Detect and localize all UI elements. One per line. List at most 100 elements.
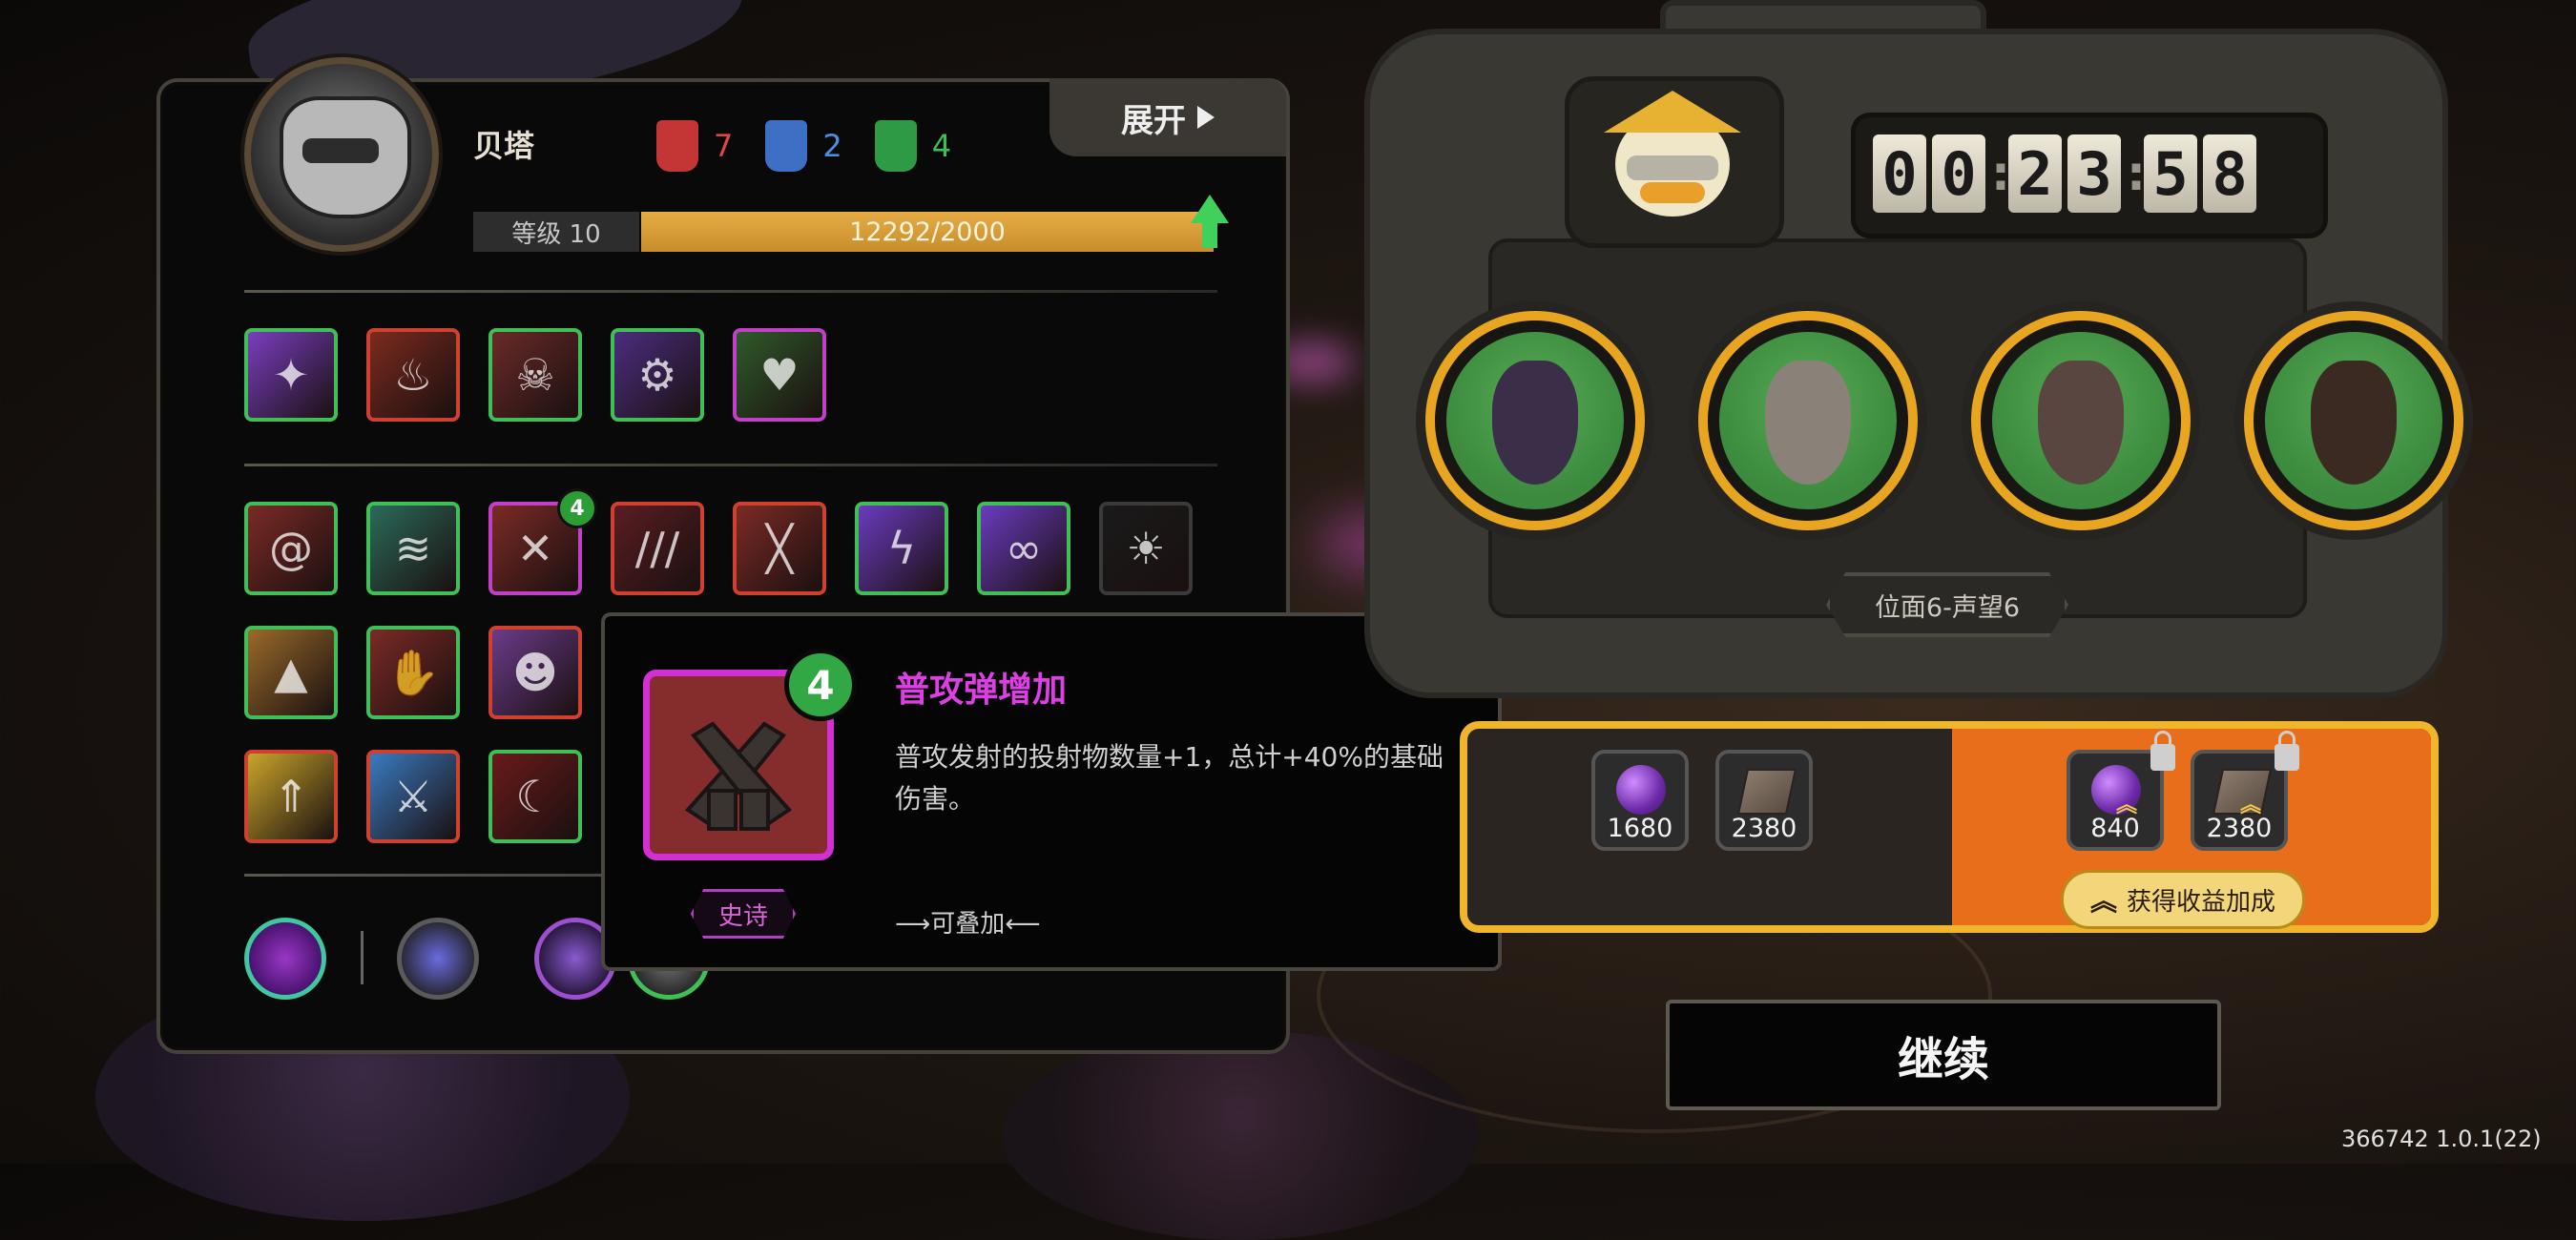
green-heart-icon: ♥	[759, 349, 800, 401]
chevron-right-icon	[1197, 106, 1215, 129]
divider	[244, 290, 1217, 293]
rock-claw-icon: ▲	[274, 647, 308, 698]
lock-icon	[2275, 731, 2299, 771]
timer-digit: 2	[2008, 134, 2062, 213]
dark-crystal-hero-icon	[1446, 332, 1624, 509]
skill-slot-1[interactable]: ≋	[366, 502, 460, 595]
purple-claw-icon: ✦	[272, 349, 310, 401]
expand-button[interactable]: 展开	[1049, 78, 1286, 156]
divider	[244, 464, 1217, 466]
spiral-icon: @	[269, 523, 313, 574]
green-mask-icon	[874, 120, 917, 172]
party-slot[interactable]	[1425, 311, 1645, 530]
hand-grab-icon: ✋	[385, 646, 441, 698]
tooltip-description: 普攻发射的投射物数量+1，总计+40%的基础伤害。	[895, 741, 1444, 815]
equipment-slot-1[interactable]: ♨	[366, 328, 460, 422]
faction-count-green: 4	[931, 128, 952, 164]
blue-mask-icon	[765, 120, 808, 172]
ultimate-skill-icon[interactable]	[244, 918, 326, 1000]
base-reward-1: 2380	[1715, 750, 1813, 851]
blue-mask-face-icon: ☻	[512, 647, 558, 698]
continue-button[interactable]: 继续	[1666, 1000, 2221, 1110]
level-label: 等级 10	[473, 212, 639, 252]
timer-digit: 0	[1873, 134, 1926, 213]
lock-icon	[2150, 731, 2175, 771]
timer-digit: 8	[2203, 134, 2256, 213]
equipment-slot-3[interactable]: ⚙	[611, 328, 704, 422]
party-slot[interactable]	[1698, 311, 1918, 530]
equipment-slot-2[interactable]: ☠	[488, 328, 582, 422]
hero-figure	[1492, 361, 1578, 485]
bonus-reward-1: 2380 ︽	[2191, 731, 2299, 851]
realm-label: 位面6-声望6	[1826, 572, 2068, 637]
king-glasses	[1627, 155, 1718, 180]
faction-count-red: 7	[714, 128, 734, 164]
skill-slot-0[interactable]: @	[244, 502, 338, 595]
stackable-note: ⟶可叠加⟵	[895, 910, 1041, 939]
skill-slot-6[interactable]: ∞	[977, 502, 1070, 595]
book-icon	[1736, 769, 1797, 815]
hero-avatar	[280, 96, 411, 218]
green-wave-icon: ≋	[394, 523, 432, 574]
crown-icon	[1604, 91, 1741, 133]
hero-figure	[2311, 361, 2397, 485]
king-beak	[1640, 182, 1705, 203]
faction-counts: 7 2 4	[656, 120, 951, 172]
skill-tooltip: 4 普攻弹增加 普攻发射的投射物数量+1，总计+40%的基础伤害。 史诗 ⟶可叠…	[601, 612, 1502, 971]
double-chevron-up-icon: ︽	[2116, 794, 2138, 817]
bonus-label: 获得收益加成	[2127, 887, 2276, 917]
version-label: 366742 1.0.1(22)	[2341, 1126, 2542, 1152]
purple-chain-icon: ∞	[1005, 523, 1043, 574]
timer-colon: :	[1991, 146, 2010, 201]
xp-bar: 12292/2000	[641, 212, 1214, 252]
skill-slot-13[interactable]: ☾	[488, 750, 582, 843]
skill-slot-7[interactable]: ☀	[1099, 502, 1193, 595]
double-chevron-up-icon: ︽	[2089, 885, 2117, 917]
level-badge: 4	[557, 488, 597, 528]
machine-icon: ⚙	[637, 349, 677, 401]
level-up-icon-stem	[1202, 221, 1217, 248]
reward-value: 2380	[1731, 814, 1797, 843]
skill-slot-12[interactable]: ⚔	[366, 750, 460, 843]
timer-digit: 0	[1932, 134, 1985, 213]
skill-slot-8[interactable]: ▲	[244, 626, 338, 719]
slash-claw-icon: ///	[634, 523, 680, 574]
bonus-reward-0: 840 ︽	[2067, 731, 2175, 851]
boss-portrait[interactable]	[1565, 76, 1784, 248]
skill-slot-4[interactable]: ╳	[733, 502, 826, 595]
bonus-button[interactable]: ︽ 获得收益加成	[2061, 870, 2305, 929]
glasses-hero-icon	[2265, 332, 2442, 509]
skill-slot-3[interactable]: ///	[611, 502, 704, 595]
dagger-icon: ⚔	[393, 771, 433, 822]
party-slot[interactable]	[2244, 311, 2463, 530]
countdown-timer: 0 0 : 2 3 : 5 8	[1851, 113, 2328, 238]
level-up-icon	[1191, 195, 1229, 223]
passive-skill-icon[interactable]	[397, 918, 479, 1000]
tooltip-level-badge: 4	[784, 649, 857, 721]
skill-slot-10[interactable]: ☻	[488, 626, 582, 719]
hero-portrait[interactable]	[244, 57, 439, 252]
skull-icon: ☠	[515, 349, 555, 401]
skill-slot-9[interactable]: ✋	[366, 626, 460, 719]
party-slot[interactable]	[1971, 311, 2191, 530]
hero-name: 贝塔	[473, 128, 535, 164]
flame-icon: ♨	[393, 349, 433, 401]
timer-digit: 3	[2067, 134, 2121, 213]
expand-label: 展开	[1121, 101, 1186, 140]
skill-slot-5[interactable]: ϟ	[855, 502, 948, 595]
xp-text: 12292/2000	[849, 217, 1006, 247]
double-chevron-up-icon: ︽	[2240, 794, 2262, 817]
rarity-badge: 史诗	[691, 889, 796, 939]
timer-colon: :	[2127, 146, 2146, 201]
tooltip-title: 普攻弹增加	[895, 671, 1068, 710]
reward-value: 840	[2090, 814, 2140, 843]
equipment-slot-0[interactable]: ✦	[244, 328, 338, 422]
equipment-slot-4[interactable]: ♥	[733, 328, 826, 422]
purple-lightning-icon: ϟ	[886, 523, 917, 574]
red-mech-hero-icon	[1992, 332, 2170, 509]
sun-cloud-icon: ☀	[1126, 523, 1166, 574]
skill-slot-11[interactable]: ⇑	[244, 750, 338, 843]
reward-value: 2380	[2206, 814, 2273, 843]
red-mask-icon	[656, 120, 698, 172]
shadow-beast-icon: ☾	[515, 771, 555, 822]
